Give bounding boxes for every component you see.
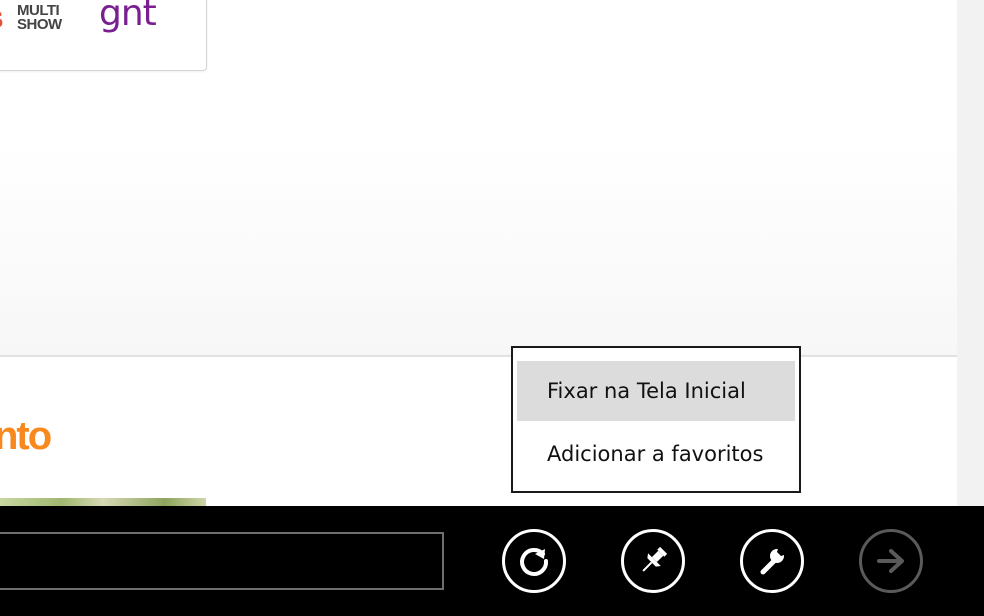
menu-item-add-to-favorites[interactable]: Adicionar a favoritos — [517, 424, 795, 484]
app-bar — [0, 506, 984, 616]
article-thumbnail[interactable] — [0, 498, 206, 506]
gnt-logo[interactable]: gnt — [99, 0, 157, 34]
refresh-button[interactable] — [502, 529, 566, 593]
address-bar-input[interactable] — [0, 532, 444, 590]
channel-logos-box: s MULTI SHOW gnt — [0, 0, 207, 71]
forward-button[interactable] — [859, 529, 923, 593]
page-content-bottom — [0, 357, 957, 506]
scrollbar-track[interactable] — [957, 0, 984, 506]
pin-icon — [642, 546, 668, 572]
menu-item-pin-to-start[interactable]: Fixar na Tela Inicial — [517, 361, 795, 421]
page-content-top: s MULTI SHOW gnt — [0, 0, 957, 356]
wrench-icon — [760, 546, 787, 575]
section-heading[interactable]: nto — [0, 414, 52, 459]
forward-arrow-icon — [877, 549, 904, 573]
page-tools-button[interactable] — [740, 529, 804, 593]
multishow-logo[interactable]: MULTI SHOW — [17, 3, 62, 33]
multishow-logo-line2: SHOW — [17, 16, 62, 33]
refresh-icon — [520, 548, 549, 576]
channel-logo-partial[interactable]: s — [0, 1, 4, 34]
pin-site-button[interactable] — [621, 529, 685, 593]
pin-context-menu: Fixar na Tela Inicial Adicionar a favori… — [511, 346, 801, 493]
